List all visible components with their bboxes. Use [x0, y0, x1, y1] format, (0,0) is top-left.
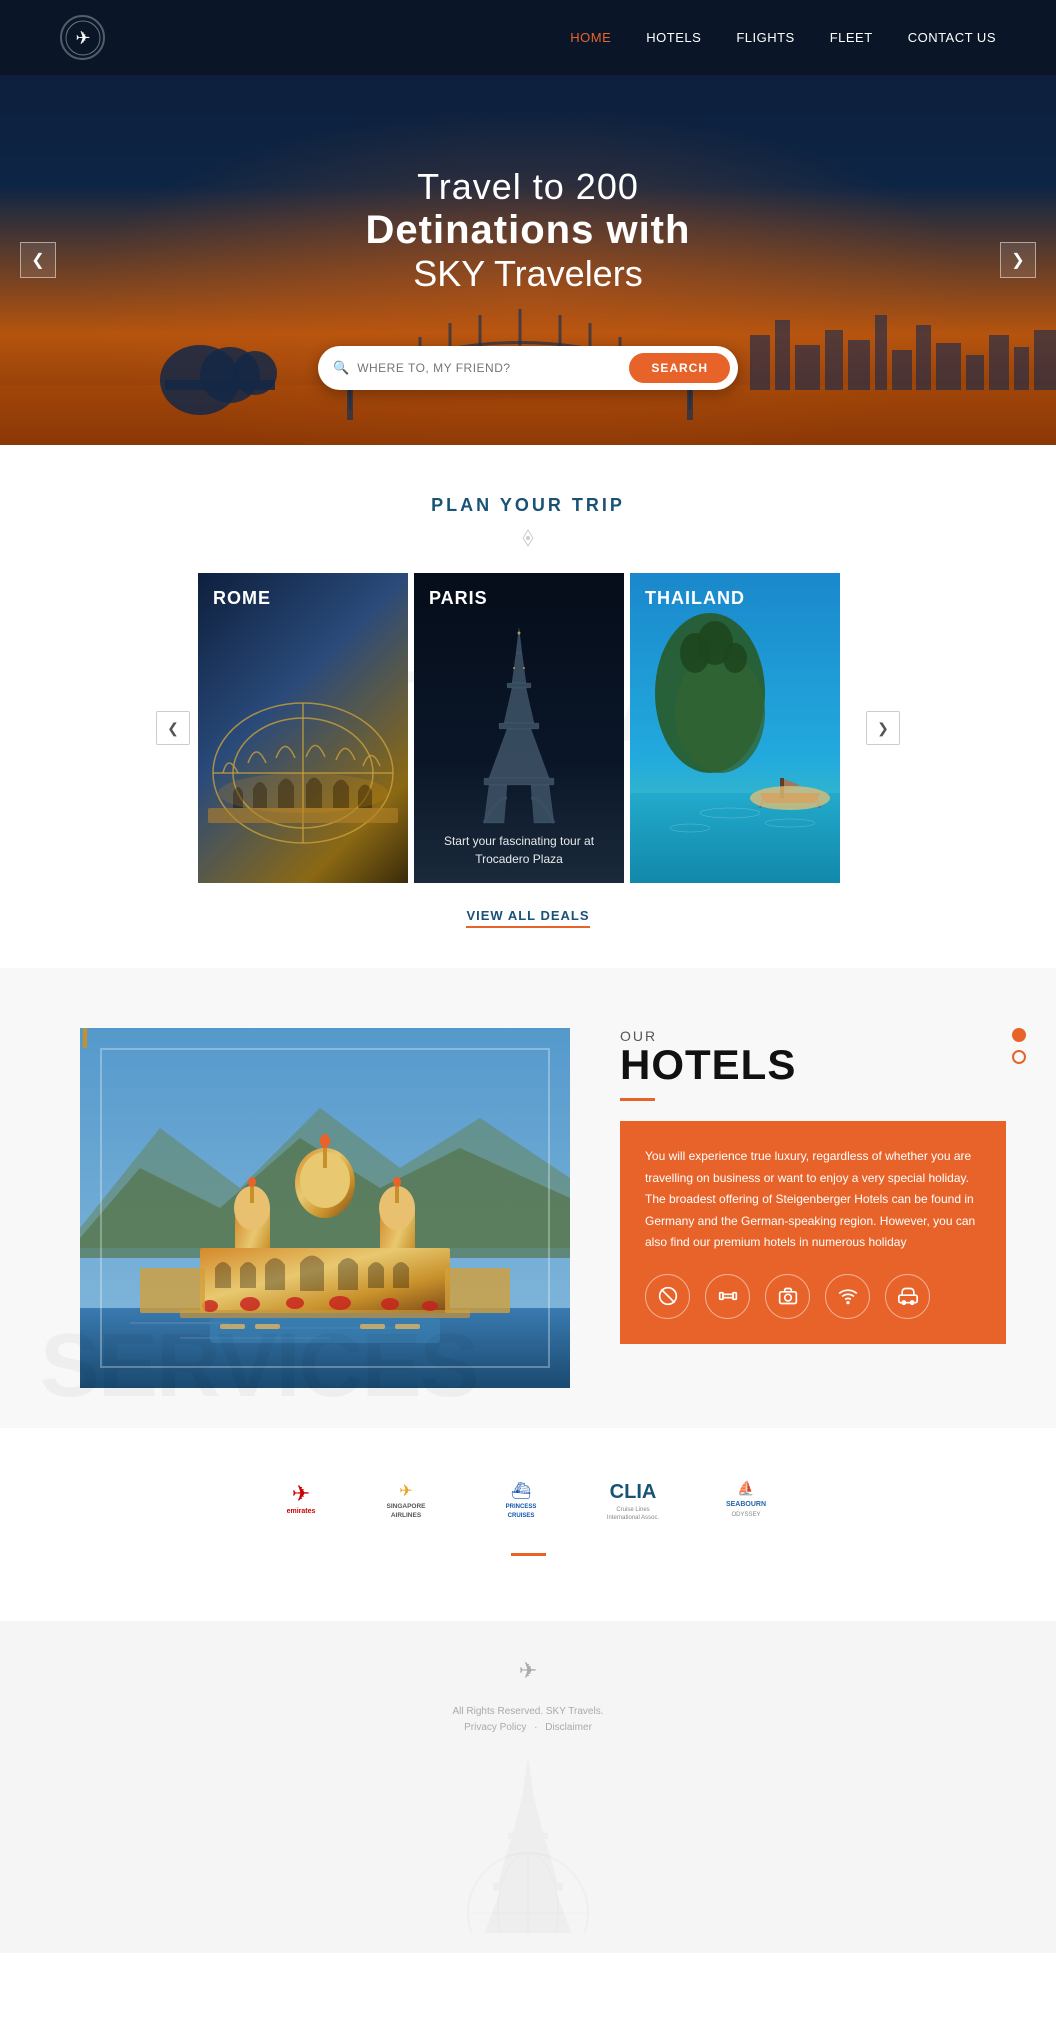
hotels-description: You will experience true luxury, regardl… [620, 1121, 1006, 1344]
carousel-prev-button[interactable]: ❮ [156, 711, 190, 745]
paris-description: Start your fascinating tour at Trocadero… [429, 832, 609, 868]
hero-line2: Detinations with [366, 208, 691, 253]
nav-home[interactable]: HOME [570, 30, 611, 45]
hotel-amenity-icons [645, 1274, 981, 1319]
nav-contact[interactable]: CONTACT US [908, 30, 996, 45]
svg-text:CRUISES: CRUISES [507, 1513, 534, 1519]
chevron-right-icon: ❯ [1011, 250, 1024, 270]
svg-text:emirates: emirates [286, 1508, 315, 1515]
hero-text: Travel to 200 Detinations with SKY Trave… [366, 166, 691, 295]
logo-icon: ✈ [60, 15, 105, 60]
svg-text:SEABOURN: SEABOURN [725, 1501, 765, 1508]
plan-section: HOT DEALS PLAN YOUR TRIP ❮ [0, 445, 1056, 968]
navigation: HOME HOTELS FLIGHTS FLEET CONTACT US [570, 30, 996, 45]
svg-text:✈: ✈ [399, 1483, 412, 1500]
nav-fleet[interactable]: FLEET [830, 30, 873, 45]
partner-seabourn: ⛵ SEABOURN ODYSSEY [711, 1478, 781, 1523]
privacy-policy-link[interactable]: Privacy Policy [464, 1722, 526, 1733]
svg-text:✈: ✈ [75, 28, 90, 48]
destination-paris[interactable]: PARIS Start your fascinating tour at Tro… [414, 573, 624, 883]
hero-search-bar: 🔍 SEARCH [318, 346, 738, 390]
svg-text:International Assoc.: International Assoc. [606, 1515, 659, 1521]
nav-hotels[interactable]: HOTELS [646, 30, 701, 45]
section-divider [80, 528, 976, 548]
paris-label: PARIS [429, 588, 488, 609]
search-icon: 🔍 [333, 360, 349, 376]
hero-prev-button[interactable]: ❮ [20, 242, 56, 278]
rome-label: ROME [213, 588, 271, 609]
svg-text:ODYSSEY: ODYSSEY [731, 1512, 760, 1518]
hotels-title: HOTELS [620, 1044, 1006, 1086]
hotels-divider [620, 1098, 655, 1101]
destination-rome[interactable]: ROME [198, 573, 408, 883]
gym-icon [705, 1274, 750, 1319]
no-smoking-icon [645, 1274, 690, 1319]
hero-next-button[interactable]: ❯ [1000, 242, 1036, 278]
hero-section: Travel to 200 Detinations with SKY Trave… [0, 75, 1056, 445]
svg-text:PRINCESS: PRINCESS [505, 1504, 536, 1510]
footer-links: Privacy Policy · Disclaimer [80, 1722, 976, 1733]
disclaimer-link[interactable]: Disclaimer [545, 1722, 592, 1733]
hotels-section: OUR HOTELS You will experience true luxu… [0, 968, 1056, 1428]
destinations-track: ROME [198, 573, 858, 883]
svg-text:⛵: ⛵ [737, 1480, 754, 1497]
svg-text:SINGAPORE: SINGAPORE [386, 1503, 426, 1510]
svg-text:CLIA: CLIA [609, 1481, 656, 1503]
car-icon [885, 1274, 930, 1319]
hotel-content: OUR HOTELS You will experience true luxu… [570, 1028, 1056, 1344]
plan-title: PLAN YOUR TRIP [80, 495, 976, 516]
wifi-icon [825, 1274, 870, 1319]
partners-divider [511, 1553, 546, 1556]
hero-line1: Travel to 200 [366, 166, 691, 208]
thailand-label: THAILAND [645, 588, 745, 609]
hotel-image [80, 1028, 570, 1388]
svg-text:Cruise Lines: Cruise Lines [616, 1507, 649, 1513]
view-all-deals-link[interactable]: VIEW ALL DEALS [466, 908, 589, 928]
destination-thailand[interactable]: THAILAND [630, 573, 840, 883]
hero-line3: SKY Travelers [366, 253, 691, 295]
nav-flights[interactable]: FLIGHTS [736, 30, 794, 45]
search-button[interactable]: SEARCH [629, 353, 730, 383]
footer: ✈ All Rights Reserved. SKY Travels. Priv… [0, 1621, 1056, 1953]
partners-logos: ✈ emirates ✈ SINGAPORE AIRLINES ⛴ PRINCE… [80, 1478, 976, 1523]
chevron-left-icon: ❮ [31, 250, 44, 270]
search-input[interactable] [357, 361, 629, 375]
svg-text:AIRLINES: AIRLINES [390, 1512, 421, 1519]
logo[interactable]: ✈ [60, 15, 105, 60]
destinations-carousel: ❮ [80, 573, 976, 883]
footer-logo: ✈ [80, 1651, 976, 1698]
partner-emirates: ✈ emirates [276, 1481, 326, 1521]
svg-text:✈: ✈ [519, 1658, 537, 1683]
carousel-next-button[interactable]: ❯ [866, 711, 900, 745]
header: ✈ HOME HOTELS FLIGHTS FLEET CONTACT US [0, 0, 1056, 75]
partner-princess-cruises: ⛴ PRINCESS CRUISES [486, 1478, 556, 1523]
camera-icon [765, 1274, 810, 1319]
partner-singapore-airlines: ✈ SINGAPORE AIRLINES [376, 1478, 436, 1523]
partners-section: ✈ emirates ✈ SINGAPORE AIRLINES ⛴ PRINCE… [0, 1428, 1056, 1621]
partner-clia: CLIA Cruise Lines International Assoc. [606, 1478, 661, 1523]
svg-text:⛴: ⛴ [510, 1482, 530, 1500]
footer-copyright: All Rights Reserved. SKY Travels. [80, 1706, 976, 1717]
svg-text:✈: ✈ [291, 1481, 309, 1506]
